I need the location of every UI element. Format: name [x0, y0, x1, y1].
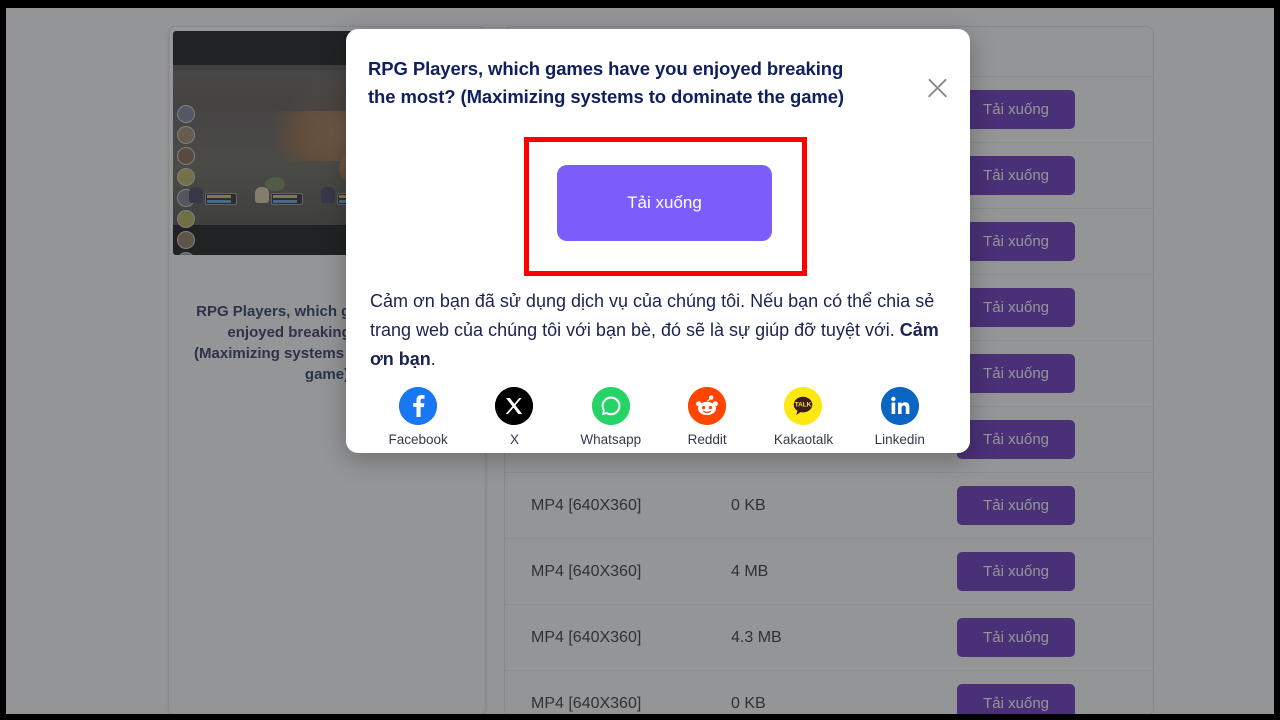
share-label: X: [509, 432, 519, 447]
whatsapp-icon: [591, 387, 630, 425]
kakaotalk-icon: TALK: [784, 387, 823, 425]
facebook-icon: [399, 387, 438, 425]
thanks-text: Cảm ơn bạn đã sử dụng dịch vụ của chúng …: [370, 291, 935, 340]
share-label: Facebook: [388, 432, 448, 447]
modal-title: RPG Players, which games have you enjoye…: [368, 58, 844, 107]
share-label: Reddit: [687, 432, 727, 447]
share-whatsapp[interactable]: Whatsapp: [565, 387, 657, 447]
browser-page: RPG Players, which games have you enjoye…: [6, 8, 1274, 714]
share-facebook[interactable]: Facebook: [372, 387, 464, 447]
share-label: Kakaotalk: [773, 432, 834, 447]
svg-text:TALK: TALK: [795, 402, 812, 409]
modal-download-button[interactable]: Tải xuống: [557, 165, 772, 241]
thanks-tail: .: [430, 349, 436, 369]
share-label: Whatsapp: [580, 432, 642, 447]
screen: RPG Players, which games have you enjoye…: [0, 0, 1280, 720]
close-icon[interactable]: [922, 73, 952, 103]
share-x[interactable]: X: [468, 387, 560, 447]
thanks-message: Cảm ơn bạn đã sử dụng dịch vụ của chúng …: [370, 287, 940, 374]
linkedin-icon: [880, 387, 919, 425]
share-reddit[interactable]: Reddit: [661, 387, 753, 447]
share-label: Linkedin: [874, 432, 925, 447]
share-kakaotalk[interactable]: TALK Kakaotalk: [757, 387, 849, 447]
share-modal: RPG Players, which games have you enjoye…: [346, 29, 970, 453]
reddit-icon: [688, 387, 727, 425]
share-linkedin[interactable]: Linkedin: [854, 387, 946, 447]
x-icon: [495, 387, 534, 425]
social-share-row: Facebook X Whatsapp Reddit TALK Kakaotal…: [370, 387, 948, 447]
